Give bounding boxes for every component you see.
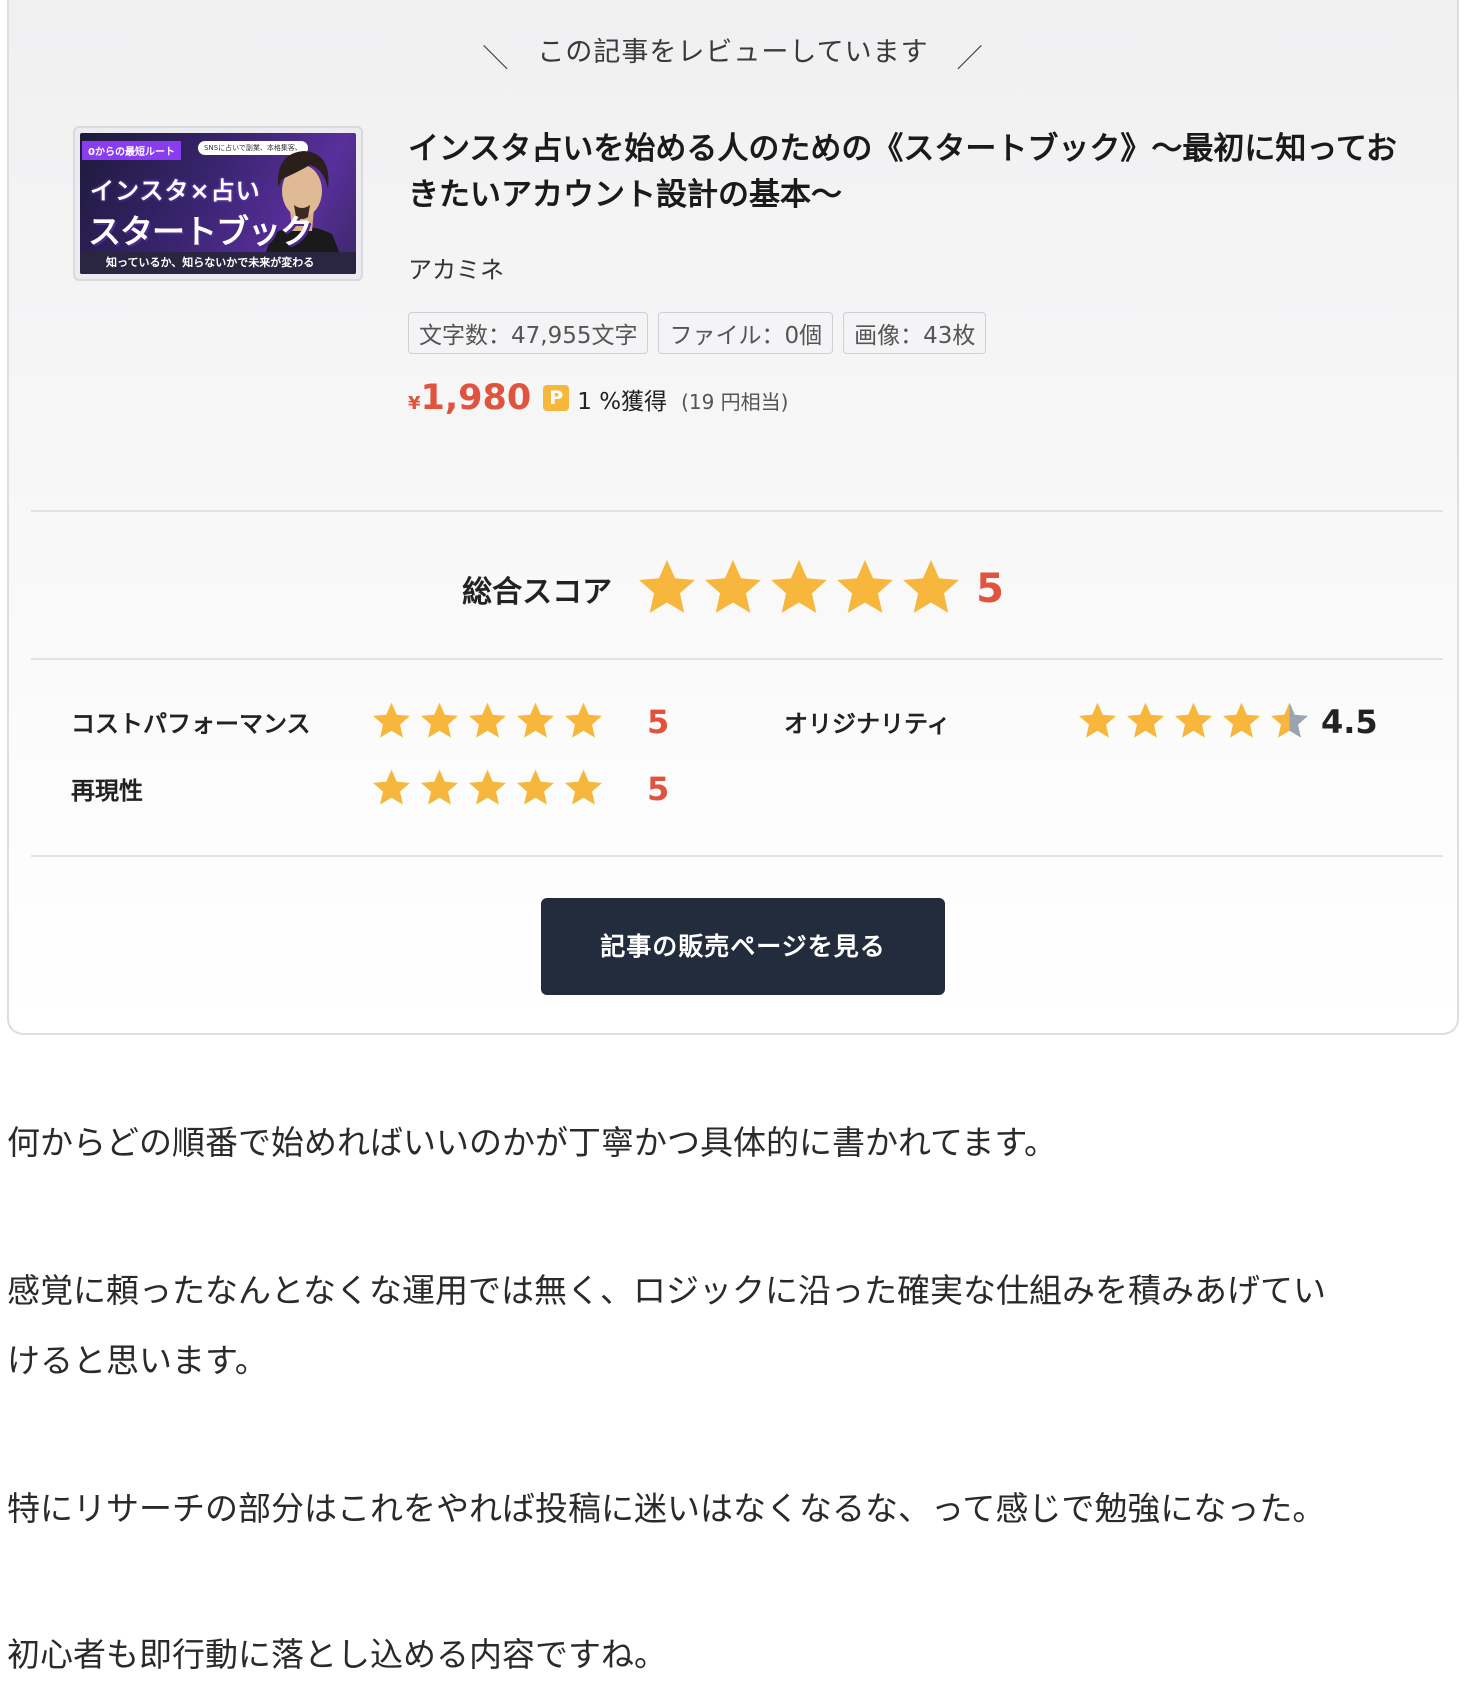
review-paragraph: 何からどの順番で始めればいいのかが丁寧かつ具体的に書かれてます。 [7, 1123, 1058, 1162]
star-icon [639, 559, 695, 613]
tag-file-count: ファイル：0個 [658, 312, 834, 354]
criterion-reproducibility: 再現性 [71, 771, 143, 806]
criterion-stars [371, 700, 611, 741]
star-icon [771, 559, 827, 613]
divider [31, 510, 1443, 512]
star-icon [1271, 702, 1308, 738]
star-icon [517, 769, 554, 805]
view-sales-page-button[interactable]: 記事の販売ページを見る [541, 898, 945, 995]
review-paragraph: 感覚に頼ったなんとなくな運用では無く、ロジックに沿った確実な仕組みを積みあげてい [7, 1271, 1327, 1310]
price-amount: 1,980 [420, 378, 532, 418]
author-name[interactable]: アカミネ [408, 250, 504, 285]
overall-stars [636, 556, 966, 622]
article-thumbnail[interactable]: 0からの最短ルート SNSに占いで副業、本格集客、 インスタ×占い スタートブッ… [73, 126, 363, 281]
slash-left-icon: ＼ [482, 44, 510, 74]
thumbnail-footer: 知っているか、知らないかで未来が変わる [80, 252, 356, 274]
article-tags: 文字数：47,955文字 ファイル：0個 画像：43枚 [408, 312, 987, 354]
criterion-stars [1077, 700, 1317, 741]
overall-score-label: 総合スコア [462, 575, 613, 610]
star-icon [705, 559, 761, 613]
article-title[interactable]: インスタ占いを始める人のための《スタートブック》〜最初に知っておきたいアカウント… [408, 126, 1408, 218]
criterion-cost-performance: コストパフォーマンス [71, 704, 311, 739]
divider [31, 658, 1443, 660]
point-rate: 1 %獲得 [577, 389, 668, 415]
review-label-text: この記事をレビューしています [537, 37, 929, 68]
criterion-originality: オリジナリティ [784, 704, 951, 739]
thumbnail-title-line2: スタートブック [88, 212, 313, 251]
slash-right-icon: ／ [956, 44, 984, 74]
star-icon [373, 769, 410, 805]
review-paragraph: 初心者も即行動に落とし込める内容ですね。 [7, 1635, 667, 1674]
price-row: ¥ 1,980 P 1 %獲得 (19 円相当) [408, 378, 788, 418]
review-card: ＼ この記事をレビューしています ／ 0からの最短ルート SNSに占いで副業、本格集… [7, 0, 1459, 1035]
review-label: ＼ この記事をレビューしています ／ [9, 30, 1457, 74]
star-icon [1079, 702, 1116, 738]
criterion-label: コストパフォーマンス [71, 710, 311, 738]
star-icon [421, 702, 458, 738]
star-icon [469, 769, 506, 805]
overall-score-value: 5 [976, 566, 1004, 612]
criterion-label: 再現性 [71, 777, 143, 805]
star-icon [373, 702, 410, 738]
point-equivalent: (19 円相当) [681, 390, 789, 414]
review-paragraph: 特にリサーチの部分はこれをやれば投稿に迷いはなくなるな、って感じで勉強になった。 [7, 1489, 1326, 1528]
criterion-value: 5 [647, 770, 670, 808]
criterion-stars [371, 767, 611, 808]
divider [31, 855, 1443, 857]
yen-mark: ¥ [408, 393, 421, 414]
star-icon [565, 702, 602, 738]
thumbnail-image: 0からの最短ルート SNSに占いで副業、本格集客、 インスタ×占い スタートブッ… [80, 133, 356, 274]
star-icon [565, 769, 602, 805]
star-icon [421, 769, 458, 805]
review-paragraph: けると思います。 [7, 1341, 268, 1380]
star-icon [1175, 702, 1212, 738]
star-icon [469, 702, 506, 738]
criterion-label: オリジナリティ [784, 710, 951, 738]
tag-char-count: 文字数：47,955文字 [408, 312, 649, 354]
criterion-value: 5 [647, 703, 670, 741]
tag-image-count: 画像：43枚 [843, 312, 987, 354]
thumbnail-title-line1: インスタ×占い [90, 177, 261, 205]
criterion-value: 4.5 [1321, 703, 1378, 741]
star-icon [517, 702, 554, 738]
star-icon [837, 559, 893, 613]
star-icon [903, 559, 959, 613]
point-icon: P [543, 385, 570, 411]
star-icon [1127, 702, 1164, 738]
star-icon [1223, 702, 1260, 738]
overall-score: 総合スコア 5 [9, 556, 1457, 622]
thumbnail-badge: 0からの最短ルート [82, 141, 181, 160]
